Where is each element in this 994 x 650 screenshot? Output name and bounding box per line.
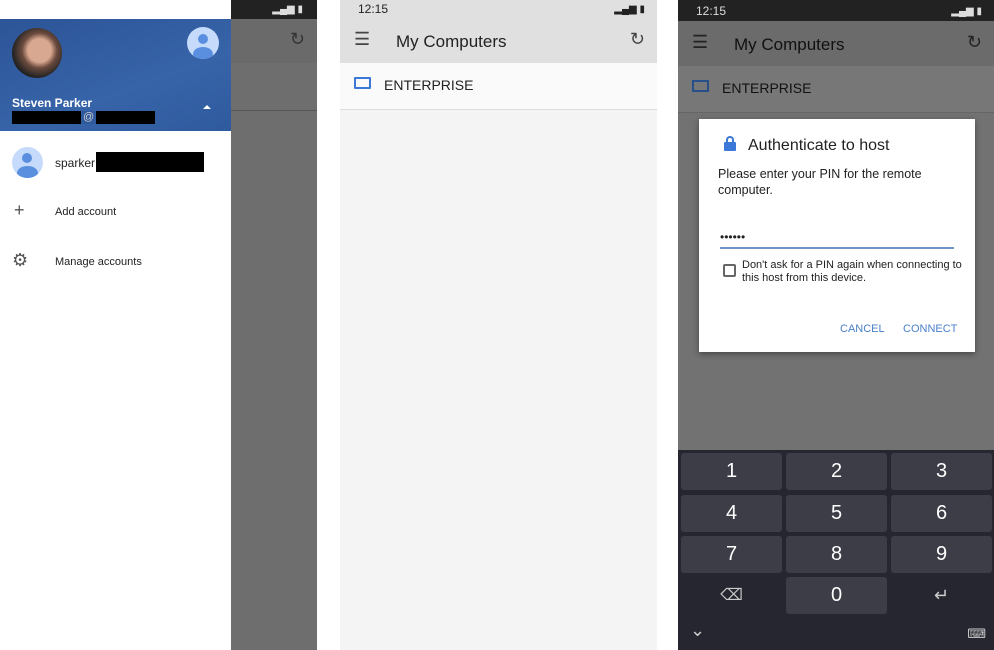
connect-button[interactable]: CONNECT [903, 323, 957, 335]
keyboard-switch-icon[interactable]: ⌨ [967, 626, 986, 642]
navigation-drawer: Steven Parker @ sparker + Add account ⚙ … [0, 0, 231, 650]
avatar[interactable] [12, 28, 62, 78]
hide-keyboard-icon[interactable]: ⌄ [690, 620, 705, 641]
toolbar: ☰ My Computers ↻ [340, 19, 657, 63]
user-name: Steven Parker [12, 96, 93, 110]
auth-dialog: Authenticate to host Please enter your P… [699, 119, 975, 352]
key-2[interactable]: 2 [786, 453, 887, 490]
key-9[interactable]: 9 [891, 536, 992, 573]
account-item[interactable]: sparker [0, 143, 231, 179]
status-icons: ▂▄▆ ▮ [231, 0, 317, 19]
key-1[interactable]: 1 [681, 453, 782, 490]
key-4[interactable]: 4 [681, 495, 782, 532]
menu-icon[interactable]: ☰ [692, 32, 708, 53]
refresh-icon[interactable]: ↻ [290, 29, 305, 50]
phone-computers: 12:15 ▂▄▆ ▮ ☰ My Computers ↻ ENTERPRISE [340, 0, 657, 650]
status-bar: 12:15 ▂▄▆ ▮ [678, 0, 994, 21]
backspace-key[interactable]: ⌫ [681, 577, 782, 614]
numeric-keyboard: 1 2 3 4 5 6 7 8 9 ⌫ 0 ↵ ⌄ ⌨ [678, 450, 994, 650]
computer-item[interactable]: ENTERPRISE [340, 63, 657, 110]
plus-icon: + [14, 200, 25, 220]
refresh-icon[interactable]: ↻ [630, 29, 645, 50]
cancel-button[interactable]: CANCEL [840, 323, 885, 335]
dialog-title: Authenticate to host [748, 137, 890, 154]
status-icons: ▂▄▆ ▮ [614, 4, 645, 15]
pin-input[interactable]: •••••• [720, 227, 954, 249]
dialog-message: Please enter your PIN for the remote com… [718, 167, 922, 197]
account-avatar [12, 147, 43, 178]
page-title: My Computers [734, 35, 845, 54]
monitor-icon [354, 77, 371, 89]
toolbar: ☰ My Computers ↻ [678, 21, 994, 66]
lock-icon [724, 136, 736, 151]
caret-up-icon[interactable] [203, 105, 211, 109]
add-account-item[interactable]: + Add account [0, 198, 231, 226]
computer-item[interactable]: ENTERPRISE [678, 66, 994, 113]
gear-icon: ⚙ [12, 250, 29, 270]
key-3[interactable]: 3 [891, 453, 992, 490]
user-email: @ [12, 111, 155, 124]
key-0[interactable]: 0 [786, 577, 887, 614]
status-bar: 12:15 ▂▄▆ ▮ [340, 0, 657, 19]
key-7[interactable]: 7 [681, 536, 782, 573]
drawer-header: Steven Parker @ [0, 19, 231, 131]
checkbox-label: Don't ask for a PIN again when connectin… [742, 259, 962, 284]
refresh-icon[interactable]: ↻ [967, 32, 982, 53]
monitor-icon [692, 80, 709, 92]
key-5[interactable]: 5 [786, 495, 887, 532]
page-title: My Computers [396, 32, 507, 51]
phone-auth: 12:15 ▂▄▆ ▮ ☰ My Computers ↻ ENTERPRISE A… [678, 0, 994, 650]
secondary-avatar[interactable] [187, 27, 219, 59]
manage-accounts-item[interactable]: ⚙ Manage accounts [0, 248, 231, 276]
key-6[interactable]: 6 [891, 495, 992, 532]
remember-checkbox[interactable] [723, 264, 736, 277]
status-icons: ▂▄▆ ▮ [951, 6, 982, 17]
redacted [96, 152, 204, 172]
phone-drawer: 12:15 ▂▄▆ ▮ ↻ Steven Parker @ sparker + … [0, 0, 317, 650]
key-8[interactable]: 8 [786, 536, 887, 573]
menu-icon[interactable]: ☰ [354, 29, 370, 50]
enter-key[interactable]: ↵ [891, 577, 992, 614]
